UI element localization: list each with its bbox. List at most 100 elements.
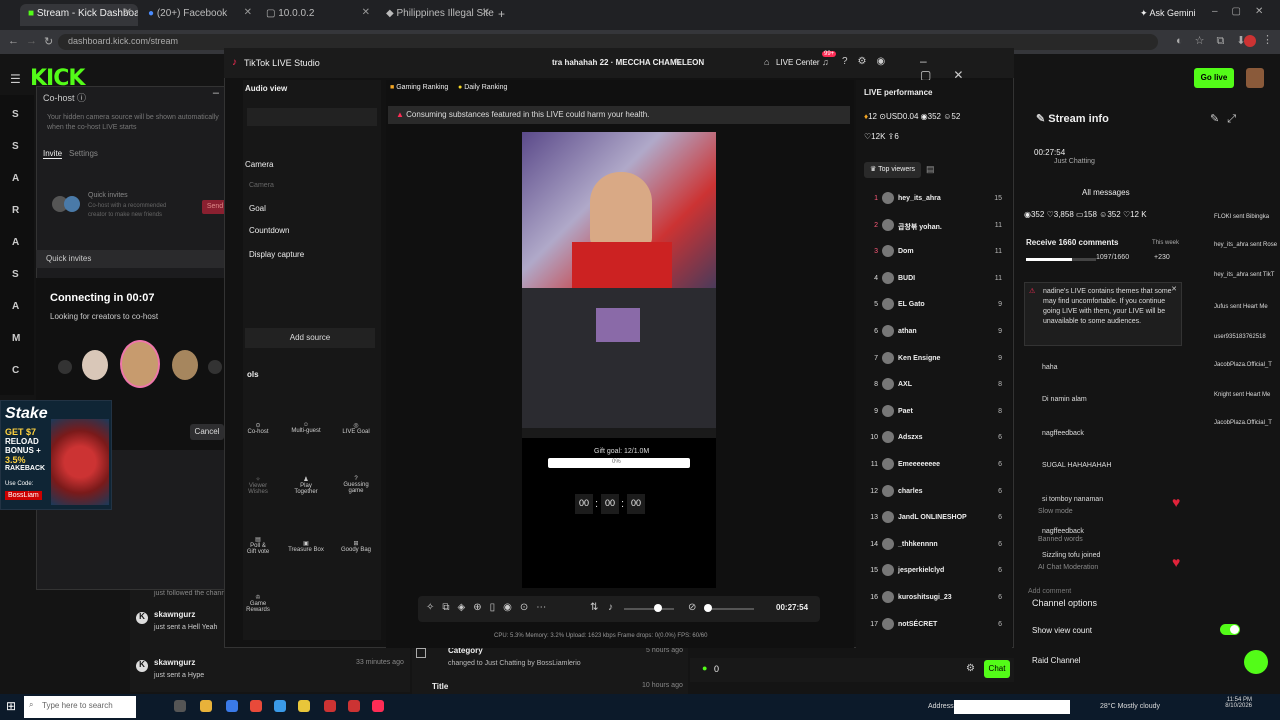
ask-gemini-button[interactable]: ✦ Ask Gemini <box>1140 8 1196 19</box>
profile-avatar[interactable] <box>1244 35 1256 47</box>
banned-words-label[interactable]: Banned words <box>1038 536 1083 543</box>
home-icon[interactable]: ⌂ <box>764 57 769 67</box>
viewer-row[interactable]: 15 jesperkielclyd 6 <box>864 562 1006 582</box>
hamburger-icon[interactable]: ☰ <box>10 72 21 86</box>
viewer-row[interactable]: 9 Paet 8 <box>864 403 1006 423</box>
file-explorer-icon[interactable] <box>200 700 212 712</box>
viewer-row[interactable]: 4 BUDI 11 <box>864 270 1006 290</box>
new-tab-button[interactable]: + <box>498 7 505 21</box>
gaming-ranking-button[interactable]: ■ Gaming Ranking <box>390 84 448 91</box>
gear-icon[interactable]: ⚙ <box>966 663 975 674</box>
nav-item[interactable]: A <box>12 173 19 184</box>
tab-facebook[interactable]: ● (20+) Facebook ✕ <box>140 4 258 26</box>
mixer-icon[interactable]: ⇅ <box>590 602 598 613</box>
chat-send-button[interactable]: Chat <box>984 660 1010 678</box>
source-item[interactable]: Goal <box>249 204 266 213</box>
nav-item[interactable]: S <box>12 141 19 152</box>
show-view-count-toggle[interactable] <box>1220 624 1240 635</box>
tab-kick-dashboard[interactable]: ■ Stream - Kick Dashboard ✕ <box>20 4 138 26</box>
game-rewards-tool[interactable]: ♔ Game Rewards <box>246 594 270 613</box>
list-icon[interactable]: ▤ <box>926 164 935 175</box>
minimize-icon[interactable]: – <box>213 87 219 99</box>
viewer-row[interactable]: 10 Adszxs 6 <box>864 429 1006 449</box>
app-icon[interactable] <box>250 700 262 712</box>
speaker-volume-handle[interactable] <box>654 604 662 612</box>
add-source-button[interactable]: Add source <box>245 328 375 348</box>
view-toggle[interactable] <box>247 108 377 126</box>
taskbar-search[interactable]: ⌕ Type here to search <box>24 696 136 718</box>
app-icon[interactable] <box>324 700 336 712</box>
treasure-box-tool[interactable]: ▣ Treasure Box <box>288 540 324 553</box>
source-item[interactable]: Camera <box>245 160 273 169</box>
close-icon[interactable]: ✕ <box>124 7 132 18</box>
tiktok-studio-icon[interactable] <box>372 700 384 712</box>
windows-start-icon[interactable]: ⊞ <box>6 699 16 713</box>
edit-icon[interactable]: ✎ <box>674 57 682 68</box>
menu-icon[interactable]: ⋮ <box>1262 33 1273 46</box>
slow-mode-label[interactable]: Slow mode <box>1038 508 1073 515</box>
nav-item[interactable]: R <box>12 205 19 216</box>
nav-item[interactable]: C <box>12 365 19 376</box>
close-icon[interactable]: ✕ <box>244 7 252 18</box>
live-goal-tool[interactable]: ◎ LIVE Goal <box>338 422 374 435</box>
forward-icon[interactable]: → <box>26 35 37 47</box>
tab-philippines[interactable]: ◆ Philippines Illegal Site Promotio✕ <box>378 4 496 26</box>
source-item[interactable]: Display capture <box>249 250 304 259</box>
viewer-row[interactable]: 16 kuroshitsugi_23 6 <box>864 589 1006 609</box>
audio-view-dropdown[interactable]: Audio view <box>245 84 287 93</box>
nav-item[interactable]: M <box>12 333 20 344</box>
mic-muted-icon[interactable]: ⊘ <box>688 602 696 613</box>
viewer-row[interactable]: 14 _thhkennnn 6 <box>864 536 1006 556</box>
ai-moderation-label[interactable]: AI Chat Moderation <box>1038 564 1098 571</box>
cohost-tool[interactable]: ⊙ Co-host <box>246 422 270 435</box>
tab-settings[interactable]: Settings <box>69 149 98 158</box>
user-avatar[interactable] <box>1246 68 1264 88</box>
viewer-row[interactable]: 1 hey_its_ahra 15 <box>864 190 1006 210</box>
window-controls[interactable]: –▢✕ <box>1212 6 1277 17</box>
feed-user[interactable]: skawngurz <box>154 658 195 667</box>
close-icon[interactable]: ✕ <box>362 7 370 18</box>
viewer-wishes-tool[interactable]: ✧ Viewer Wishes <box>246 476 270 495</box>
bell-icon[interactable]: ♫ <box>822 57 829 67</box>
window-controls[interactable]: –▢✕ <box>920 54 1014 82</box>
viewer-row[interactable]: 11 Emeeeeeeee 6 <box>864 456 1006 476</box>
speaker-icon[interactable]: ♪ <box>608 602 613 613</box>
poll-tool[interactable]: ▤ Poll & Gift vote <box>246 536 270 555</box>
nav-item[interactable]: S <box>12 269 19 280</box>
source-item[interactable]: Camera <box>249 182 274 189</box>
viewer-row[interactable]: 7 Ken Ensigne 9 <box>864 350 1006 370</box>
viewer-row[interactable]: 12 charles 6 <box>864 483 1006 503</box>
multiguest-tool[interactable]: ☺ Multi-guest <box>288 422 324 434</box>
chrome-icon[interactable] <box>298 700 310 712</box>
app-icon[interactable] <box>274 700 286 712</box>
viewer-row[interactable]: 13 JandL ONLINESHOP 6 <box>864 509 1006 529</box>
app-icon[interactable] <box>226 700 238 712</box>
goody-bag-tool[interactable]: ⊞ Goody Bag <box>338 540 374 553</box>
viewer-row[interactable]: 2 곱창볶 yohan. 11 <box>864 217 1006 237</box>
speaker-volume-slider[interactable] <box>624 608 674 610</box>
nav-item[interactable]: A <box>12 237 19 248</box>
tab-invite[interactable]: Invite <box>43 149 63 159</box>
daily-ranking-button[interactable]: ● Daily Ranking <box>458 84 507 91</box>
info-icon[interactable]: ⓘ <box>77 93 86 103</box>
clock[interactable]: 11:54 PM 8/10/2026 <box>1224 697 1252 709</box>
address-toolbar-input[interactable] <box>954 700 1070 714</box>
studio-tool-icons[interactable]: ✧⧉◈⊕▯◉⊙⋯ <box>426 602 554 613</box>
stake-ad[interactable]: Stake GET $7 RELOAD BONUS + 3.5% RAKEBAC… <box>0 400 112 510</box>
tab-top-viewers[interactable]: ♛ Top viewers <box>864 162 922 178</box>
toolbar-icons[interactable]: ?⚙◉ <box>842 56 895 67</box>
feed-user[interactable]: skawngurz <box>154 610 195 619</box>
support-chat-icon[interactable] <box>1244 650 1268 674</box>
mic-volume-handle[interactable] <box>704 604 712 612</box>
nav-item[interactable]: S <box>12 109 19 120</box>
stream-info-tools[interactable]: ✎⤢ <box>1210 112 1244 126</box>
weather-widget[interactable]: 28°C Mostly cloudy <box>1100 703 1160 710</box>
go-live-button[interactable]: Go live <box>1194 68 1234 88</box>
chat-user[interactable]: Sizzling tofu <box>1042 552 1080 559</box>
back-icon[interactable]: ← <box>8 35 19 47</box>
nav-item[interactable]: A <box>12 301 19 312</box>
reload-icon[interactable]: ↻ <box>44 35 53 48</box>
viewer-row[interactable]: 8 AXL 8 <box>864 376 1006 396</box>
live-center-button[interactable]: LIVE Center <box>776 58 820 67</box>
play-together-tool[interactable]: ♟ Play Together <box>288 476 324 495</box>
